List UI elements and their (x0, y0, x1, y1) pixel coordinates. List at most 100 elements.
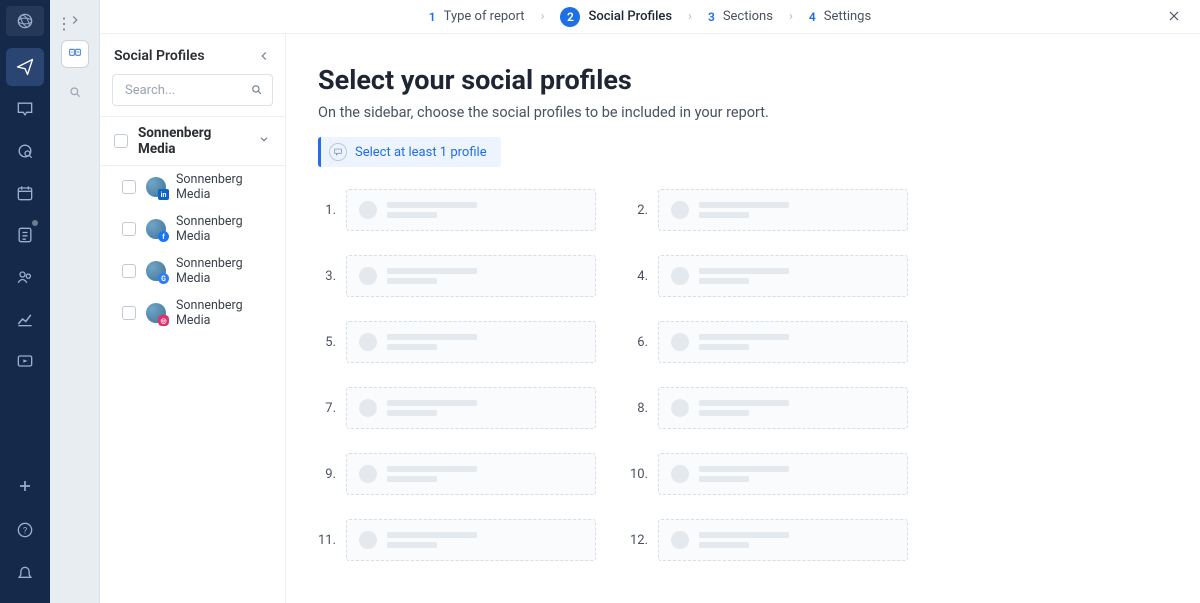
nav-team-icon[interactable] (6, 258, 44, 296)
slot-placeholder (658, 387, 908, 429)
tip-text: Select at least 1 profile (355, 145, 487, 160)
profile-checkbox[interactable] (122, 180, 136, 194)
profile-slot[interactable]: 3. (318, 255, 596, 297)
tip-banner: Select at least 1 profile (318, 137, 501, 167)
profile-avatar: ◎ (146, 303, 166, 323)
slot-placeholder (346, 453, 596, 495)
slot-number: 4. (630, 269, 648, 284)
sidebar-title: Social Profiles (114, 48, 205, 64)
slot-number: 2. (630, 203, 648, 218)
group-checkbox[interactable] (114, 134, 128, 148)
slot-number: 1. (318, 203, 336, 218)
chevron-right-icon: › (789, 9, 793, 24)
profile-avatar: in (146, 177, 166, 197)
slot-number: 9. (318, 467, 336, 482)
chat-bubble-icon (329, 143, 347, 161)
profile-slot[interactable]: 7. (318, 387, 596, 429)
step-social-profiles[interactable]: 2Social Profiles (560, 7, 672, 27)
profile-slot[interactable]: 2. (630, 189, 908, 231)
main-content: Select your social profiles On the sideb… (286, 34, 1200, 603)
svg-text:?: ? (23, 526, 27, 536)
profiles-sidebar: Social Profiles Sonnenberg Media in Sonne… (100, 34, 286, 603)
secondary-nav-rail: ⋮ (50, 0, 100, 603)
slot-placeholder (346, 321, 596, 363)
profile-slot[interactable]: 5. (318, 321, 596, 363)
slot-placeholder (658, 189, 908, 231)
chevron-right-icon: › (688, 9, 692, 24)
report-wizard-modal: 1Type of report › 2Social Profiles › 3Se… (100, 0, 1200, 603)
step-sections[interactable]: 3Sections (708, 9, 773, 24)
slot-number: 5. (318, 335, 336, 350)
slot-placeholder (346, 255, 596, 297)
profile-row[interactable]: G Sonnenberg Media (100, 250, 285, 292)
profile-label: Sonnenberg Media (176, 214, 271, 244)
nav-analytics-icon[interactable] (6, 300, 44, 338)
slot-placeholder (346, 189, 596, 231)
nav-publish-icon[interactable] (6, 48, 44, 86)
profile-row[interactable]: f Sonnenberg Media (100, 208, 285, 250)
nav-help-icon[interactable]: ? (6, 511, 44, 549)
modal-overlay: 1Type of report › 2Social Profiles › 3Se… (100, 0, 1200, 603)
search-icon[interactable] (249, 82, 264, 101)
profile-label: Sonnenberg Media (176, 298, 271, 328)
search-input-wrapper (112, 74, 273, 106)
profile-row[interactable]: in Sonnenberg Media (100, 166, 285, 208)
nav-tasks-icon[interactable] (6, 216, 44, 254)
chevron-down-icon[interactable] (257, 132, 271, 150)
profile-avatar: f (146, 219, 166, 239)
profile-slot[interactable]: 12. (630, 519, 908, 561)
profile-slot[interactable]: 8. (630, 387, 908, 429)
group-name: Sonnenberg Media (138, 125, 247, 157)
slot-placeholder (658, 321, 908, 363)
nav-inbox-icon[interactable] (6, 90, 44, 128)
slot-number: 6. (630, 335, 648, 350)
profile-group-header[interactable]: Sonnenberg Media (100, 116, 285, 166)
profile-label: Sonnenberg Media (176, 172, 271, 202)
nav-add-icon[interactable] (6, 467, 44, 505)
fb-badge-icon: f (158, 231, 169, 242)
nav-calendar-icon[interactable] (6, 174, 44, 212)
slot-number: 10. (630, 467, 648, 482)
profile-checkbox[interactable] (122, 306, 136, 320)
subnav-search-icon[interactable] (61, 78, 89, 106)
collapse-sidebar-icon[interactable] (257, 49, 271, 63)
nav-notifications-icon[interactable] (6, 555, 44, 593)
gb-badge-icon: G (158, 273, 169, 284)
profile-checkbox[interactable] (122, 264, 136, 278)
subnav-reports-icon[interactable] (61, 40, 89, 68)
profile-label: Sonnenberg Media (176, 256, 271, 286)
slot-number: 8. (630, 401, 648, 416)
profile-slot[interactable]: 11. (318, 519, 596, 561)
slot-number: 12. (630, 533, 648, 548)
slot-number: 7. (318, 401, 336, 416)
chevron-right-icon: › (541, 9, 545, 24)
slot-number: 3. (318, 269, 336, 284)
slot-placeholder (658, 255, 908, 297)
slot-placeholder (658, 519, 908, 561)
profile-avatar: G (146, 261, 166, 281)
page-subtitle: On the sidebar, choose the social profil… (318, 104, 1160, 121)
nav-listening-icon[interactable] (6, 132, 44, 170)
step-settings[interactable]: 4Settings (809, 9, 871, 24)
wizard-breadcrumbs: 1Type of report › 2Social Profiles › 3Se… (100, 0, 1200, 34)
primary-nav-rail: ? (0, 0, 50, 603)
app-logo (6, 6, 44, 36)
profile-slot[interactable]: 6. (630, 321, 908, 363)
li-badge-icon: in (158, 189, 169, 200)
page-title: Select your social profiles (318, 64, 1160, 96)
close-icon[interactable] (1166, 8, 1182, 28)
slot-placeholder (346, 387, 596, 429)
profile-slot[interactable]: 1. (318, 189, 596, 231)
profile-slot[interactable]: 9. (318, 453, 596, 495)
profile-slot[interactable]: 4. (630, 255, 908, 297)
profile-checkbox[interactable] (122, 222, 136, 236)
nav-library-icon[interactable] (6, 342, 44, 380)
slot-placeholder (658, 453, 908, 495)
profile-slot[interactable]: 10. (630, 453, 908, 495)
step-type-of-report[interactable]: 1Type of report (429, 9, 525, 24)
profile-row[interactable]: ◎ Sonnenberg Media (100, 292, 285, 334)
slot-number: 11. (318, 533, 336, 548)
profile-slots: 1. 3. 5. 7. 9. 11. 2. 4. 6. 8. 10. 12. (318, 189, 1160, 561)
slot-placeholder (346, 519, 596, 561)
ig-badge-icon: ◎ (158, 315, 169, 326)
